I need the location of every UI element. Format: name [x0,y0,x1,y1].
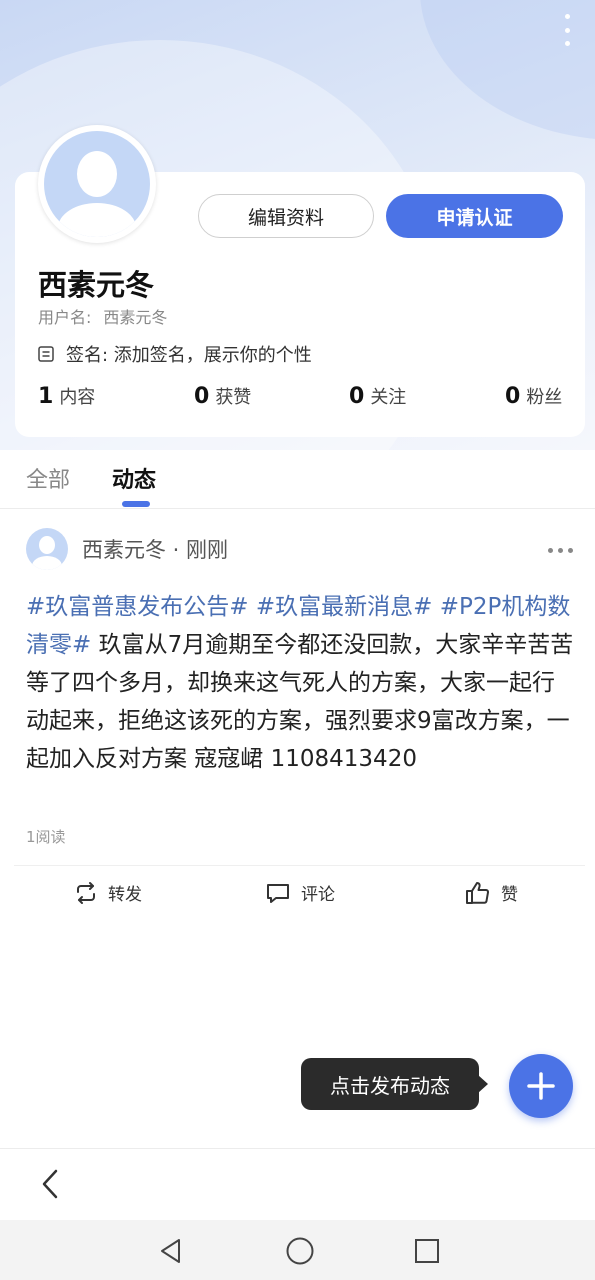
stat-label: 获赞 [215,387,252,408]
apply-verification-button[interactable]: 申请认证 [386,194,563,238]
stat-number: 0 [505,384,521,409]
like-button[interactable]: 赞 [465,880,518,905]
stat-label: 关注 [370,387,407,408]
post-avatar [26,528,68,570]
repost-button[interactable]: 转发 [74,880,142,905]
signature-row[interactable]: 签名: 添加签名，展示你的个性 [38,341,312,367]
post-body[interactable]: #玖富普惠发布公告# #玖富最新消息# #P2P机构数清零# 玖富从7月逾期至今… [26,588,574,778]
system-home-icon[interactable] [283,1234,317,1268]
comment-button[interactable]: 评论 [265,880,335,905]
tab-all[interactable]: 全部 [26,462,70,494]
tab-active-indicator [122,501,150,507]
stat-number: 0 [194,384,210,409]
plus-icon [527,1072,555,1100]
signature-icon [38,346,54,362]
system-navigation-bar [0,1220,595,1280]
signature-text: : 添加签名，展示你的个性 [102,345,312,366]
publish-tooltip: 点击发布动态 [301,1058,488,1110]
avatar-placeholder-icon [44,131,150,237]
comment-icon [267,883,289,903]
bottom-bar [0,1148,595,1221]
signature-label: 签名 [66,345,102,366]
repost-label: 转发 [108,885,142,905]
post-read-count: 1阅读 [26,828,66,846]
post-author[interactable]: 西素元冬 · 刚刚 [26,528,228,570]
post-body-text: 玖富从7月逾期至今都还没回款，大家辛辛苦苦等了四个多月，却换来这气死人的方案，大… [26,632,574,772]
stat-label: 内容 [59,387,96,408]
like-label: 赞 [501,885,518,905]
stat-label: 粉丝 [526,387,563,408]
stat-number: 1 [38,384,54,409]
profile-username: 用户名: 西素元冬 [38,304,167,328]
post-actions: 转发 评论 赞 [14,865,585,922]
system-recents-icon[interactable] [410,1234,444,1268]
system-back-icon[interactable] [154,1234,188,1268]
stat-followers[interactable]: 0 粉丝 [505,383,562,409]
avatar[interactable] [38,125,156,243]
stat-likes[interactable]: 0 获赞 [194,383,251,409]
stat-number: 0 [349,384,365,409]
username-label: 用户名: [38,308,92,327]
tab-dynamic[interactable]: 动态 [112,462,156,494]
repost-icon [77,881,95,904]
comment-label: 评论 [301,885,335,905]
post-hashtag[interactable]: #玖富普惠发布公告# [26,594,249,620]
profile-nickname: 西素元冬 [38,268,155,302]
thumbs-up-icon [466,881,489,904]
stat-following[interactable]: 0 关注 [349,383,406,409]
publish-button[interactable] [509,1054,573,1118]
more-vertical-icon[interactable] [557,14,577,46]
post-author-line: 西素元冬 · 刚刚 [82,538,229,562]
username-value: 西素元冬 [103,308,168,327]
stat-content[interactable]: 1 内容 [38,383,95,409]
post-more-icon[interactable] [548,548,573,553]
back-button[interactable] [30,1162,70,1206]
post-hashtag[interactable]: #玖富最新消息# [256,594,433,620]
edit-profile-button[interactable]: 编辑资料 [198,194,374,238]
profile-stats: 1 内容 0 获赞 0 关注 0 粉丝 [38,383,563,413]
chevron-left-icon [42,1169,58,1199]
profile-tabs: 全部 动态 [0,450,595,509]
